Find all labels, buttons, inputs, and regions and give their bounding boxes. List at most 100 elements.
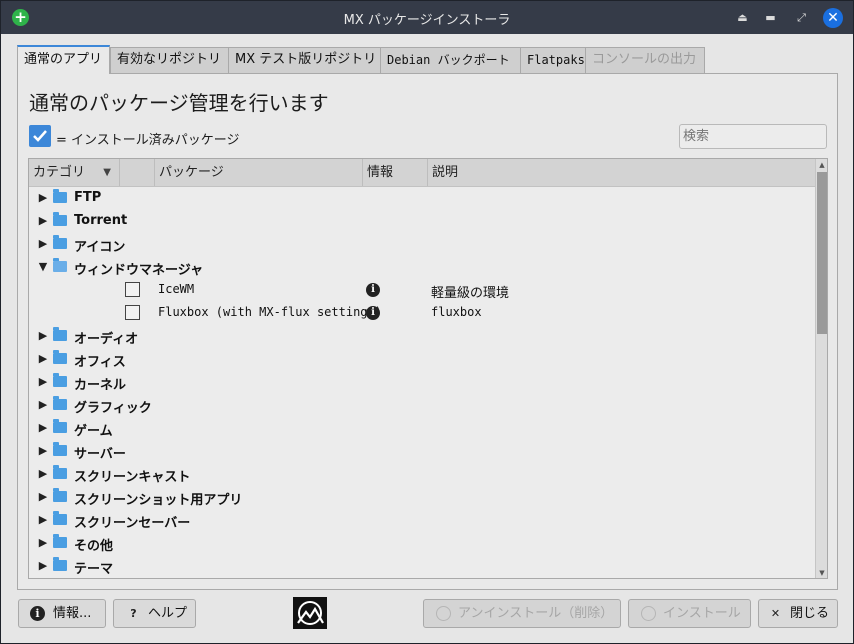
uninstall-button: アンインストール（削除） xyxy=(423,599,621,628)
category-row[interactable]: ▶ アイコン xyxy=(29,233,815,256)
installed-legend-text: = インストール済みパッケージ xyxy=(56,133,240,148)
info-icon[interactable]: i xyxy=(366,306,380,320)
collapsed-arrow-icon[interactable]: ▶ xyxy=(37,444,49,457)
scroll-down-icon[interactable]: ▼ xyxy=(816,569,827,577)
category-label: スクリーンショット用アプリ xyxy=(74,493,243,508)
page-heading: 通常のパッケージ管理を行います xyxy=(29,91,329,115)
folder-icon xyxy=(53,327,67,341)
close-window-icon[interactable]: ✕ xyxy=(823,8,843,28)
collapsed-arrow-icon[interactable]: ▶ xyxy=(37,214,49,227)
scroll-up-icon[interactable]: ▲ xyxy=(816,161,827,169)
category-row[interactable]: ▶ スクリーンセーバー xyxy=(29,509,815,532)
info-icon: i xyxy=(30,606,45,621)
collapsed-arrow-icon[interactable]: ▶ xyxy=(37,375,49,388)
category-label: ゲーム xyxy=(74,424,113,439)
category-label: カーネル xyxy=(74,378,127,393)
help-button[interactable]: ? ヘルプ xyxy=(113,599,196,628)
close-icon: ✕ xyxy=(770,607,781,620)
installed-legend-check-icon xyxy=(29,125,51,147)
expanded-arrow-icon[interactable]: ▼ xyxy=(37,260,49,273)
minimize-icon[interactable]: ▬ xyxy=(762,9,779,26)
tab-console-output: コンソールの出力 xyxy=(585,47,705,73)
collapsed-arrow-icon[interactable]: ▶ xyxy=(37,237,49,250)
package-description: fluxbox xyxy=(431,305,482,319)
category-label: グラフィック xyxy=(74,401,152,416)
column-header-category[interactable]: カテゴリ ▼ xyxy=(29,159,120,186)
column-header-package[interactable]: パッケージ xyxy=(155,159,363,186)
package-name: Fluxbox (with MX-flux settings) xyxy=(158,305,382,319)
category-row[interactable]: ▶ テーマ xyxy=(29,555,815,578)
folder-icon xyxy=(53,442,67,456)
scrollbar-thumb[interactable] xyxy=(817,172,827,334)
tab-flatpaks[interactable]: Flatpaks xyxy=(520,47,586,73)
tab-enabled-repos[interactable]: 有効なリポジトリ xyxy=(110,47,229,73)
close-button[interactable]: ✕ 閉じる xyxy=(758,599,838,628)
tab-regular-apps[interactable]: 通常のアプリ xyxy=(17,45,110,74)
maximize-icon[interactable]: ⤢ xyxy=(793,9,810,26)
folder-icon xyxy=(53,235,67,249)
package-name: IceWM xyxy=(158,282,195,296)
package-checkbox[interactable] xyxy=(125,305,140,320)
category-label: アイコン xyxy=(74,240,126,255)
folder-icon xyxy=(53,419,67,433)
title-bar[interactable]: + MX パッケージインストーラ ⏏ ▬ ⤢ ✕ xyxy=(1,1,853,34)
mx-logo xyxy=(293,597,327,629)
tab-mx-test-repo[interactable]: MX テスト版リポジトリ xyxy=(228,47,381,73)
category-row[interactable]: ▶ その他 xyxy=(29,532,815,555)
collapsed-arrow-icon[interactable]: ▶ xyxy=(37,559,49,572)
app-window: + MX パッケージインストーラ ⏏ ▬ ⤢ ✕ 通常のアプリ 有効なリポジトリ… xyxy=(0,0,854,644)
folder-icon xyxy=(53,534,67,548)
info-icon[interactable]: i xyxy=(366,283,380,297)
folder-icon xyxy=(53,396,67,410)
category-label: FTP xyxy=(74,190,102,205)
category-label: スクリーンセーバー xyxy=(74,516,191,531)
column-header-info[interactable]: 情報 xyxy=(363,159,428,186)
folder-icon xyxy=(53,373,67,387)
column-header-check[interactable] xyxy=(120,159,155,186)
folder-icon xyxy=(53,212,67,226)
collapsed-arrow-icon[interactable]: ▶ xyxy=(37,536,49,549)
category-row[interactable]: ▶ オフィス xyxy=(29,348,815,371)
category-row[interactable]: ▶ スクリーンキャスト xyxy=(29,463,815,486)
collapsed-arrow-icon[interactable]: ▶ xyxy=(37,421,49,434)
collapsed-arrow-icon[interactable]: ▶ xyxy=(37,191,49,204)
vertical-scrollbar[interactable]: ▲ ▼ xyxy=(815,159,827,578)
package-row[interactable]: IceWM i 軽量級の環境 xyxy=(29,279,815,302)
package-row[interactable]: Fluxbox (with MX-flux settings) i fluxbox xyxy=(29,302,815,325)
category-row[interactable]: ▶ FTP xyxy=(29,187,815,210)
category-row[interactable]: ▶ サーバー xyxy=(29,440,815,463)
shade-icon[interactable]: ⏏ xyxy=(734,9,751,26)
collapsed-arrow-icon[interactable]: ▶ xyxy=(37,513,49,526)
category-row[interactable]: ▶ スクリーンショット用アプリ xyxy=(29,486,815,509)
category-label: その他 xyxy=(74,539,114,554)
tab-debian-backports[interactable]: Debian バックポート xyxy=(380,47,521,73)
category-label: オーディオ xyxy=(74,332,139,347)
folder-icon xyxy=(53,465,67,479)
info-button[interactable]: i 情報... xyxy=(18,599,106,628)
folder-icon xyxy=(53,557,67,571)
search-input[interactable] xyxy=(679,124,827,149)
folder-icon xyxy=(53,258,67,272)
category-label: ウィンドウマネージャ xyxy=(74,263,204,278)
category-row[interactable]: ▶ カーネル xyxy=(29,371,815,394)
package-checkbox[interactable] xyxy=(125,282,140,297)
folder-icon xyxy=(53,189,67,203)
category-row[interactable]: ▶ グラフィック xyxy=(29,394,815,417)
collapsed-arrow-icon[interactable]: ▶ xyxy=(37,398,49,411)
collapsed-arrow-icon[interactable]: ▶ xyxy=(37,467,49,480)
category-label: Torrent xyxy=(74,213,128,228)
category-row[interactable]: ▶ ゲーム xyxy=(29,417,815,440)
category-row[interactable]: ▶ オーディオ xyxy=(29,325,815,348)
folder-icon xyxy=(53,350,67,364)
folder-icon xyxy=(53,511,67,525)
category-row[interactable]: ▼ ウィンドウマネージャ xyxy=(29,256,815,279)
collapsed-arrow-icon[interactable]: ▶ xyxy=(37,329,49,342)
package-tree[interactable]: カテゴリ ▼ パッケージ 情報 説明 ▶ FTP ▶ Torrent ▶ アイコン ▼ ウィン… xyxy=(28,158,828,579)
category-row[interactable]: ▶ Torrent xyxy=(29,210,815,233)
uninstall-icon xyxy=(436,606,451,621)
column-header-description[interactable]: 説明 xyxy=(428,159,815,186)
collapsed-arrow-icon[interactable]: ▶ xyxy=(37,490,49,503)
collapsed-arrow-icon[interactable]: ▶ xyxy=(37,352,49,365)
install-icon xyxy=(641,606,656,621)
category-label: サーバー xyxy=(74,447,126,462)
